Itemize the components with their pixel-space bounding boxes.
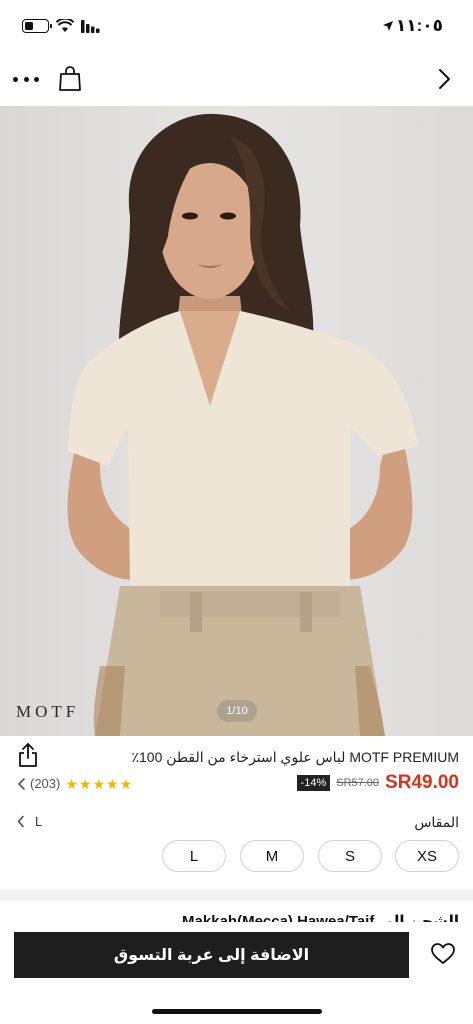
- selected-size[interactable]: L: [17, 814, 42, 829]
- status-time: ١١:٠٥: [382, 16, 443, 36]
- chevron-left-icon: [17, 815, 24, 828]
- size-option-m[interactable]: M: [240, 840, 304, 872]
- shopping-bag-icon[interactable]: [58, 66, 82, 92]
- model-photo: [67, 113, 418, 736]
- chevron-left-icon: [18, 777, 25, 790]
- size-header: L المقاس: [0, 812, 473, 836]
- size-options: XS S M L: [0, 840, 473, 872]
- star-icon: ★: [119, 775, 133, 792]
- more-icon[interactable]: [12, 67, 40, 91]
- star-icon: ★: [65, 775, 78, 792]
- current-price: SR49.00: [385, 772, 459, 793]
- rating-stars: ★ ★ ★ ★ ★: [65, 777, 132, 791]
- brand-watermark: MOTF: [16, 702, 80, 721]
- size-option-l[interactable]: L: [162, 840, 226, 872]
- bottom-action-bar: الاضافة إلى عربة التسوق: [0, 922, 473, 1024]
- section-divider: [0, 889, 473, 901]
- star-icon: ★: [92, 775, 106, 792]
- size-option-xs[interactable]: XS: [395, 840, 459, 872]
- add-to-cart-button[interactable]: الاضافة إلى عربة التسوق: [14, 932, 409, 978]
- status-icons: [22, 19, 101, 33]
- location-arrow-icon: [382, 21, 393, 31]
- star-icon: ★: [78, 775, 92, 792]
- title-row: MOTF PREMIUM لباس علوي استرخاء من القطن …: [0, 742, 473, 772]
- star-icon: ★: [106, 775, 119, 792]
- price-row: (203) ★ ★ ★ ★ ★ -14% SR57.00 SR49.00: [0, 772, 473, 798]
- clock-text: ١١:٠٥: [395, 16, 443, 35]
- nav-bar: [0, 52, 473, 106]
- discount-badge: -14%: [296, 775, 331, 791]
- battery-icon: [22, 19, 52, 33]
- image-counter: 1/10: [217, 700, 257, 722]
- reviews-count: (203): [30, 776, 61, 791]
- product-image[interactable]: MOTF 1/10: [0, 106, 473, 736]
- wifi-icon: [56, 19, 74, 32]
- size-option-s[interactable]: S: [318, 840, 382, 872]
- old-price: SR57.00: [336, 777, 380, 789]
- chevron-right-icon[interactable]: [433, 67, 455, 91]
- share-icon[interactable]: [17, 742, 39, 768]
- size-label: المقاس: [414, 814, 459, 830]
- product-title: MOTF PREMIUM لباس علوي استرخاء من القطن …: [131, 749, 459, 765]
- heart-icon[interactable]: [430, 942, 456, 966]
- home-indicator: [152, 1009, 322, 1014]
- reviews-summary[interactable]: (203) ★ ★ ★ ★ ★: [17, 776, 132, 791]
- status-bar: ١١:٠٥: [0, 0, 473, 52]
- signal-icon: [81, 19, 100, 33]
- price-group: -14% SR57.00 SR49.00: [296, 772, 459, 794]
- selected-size-value: L: [35, 814, 43, 829]
